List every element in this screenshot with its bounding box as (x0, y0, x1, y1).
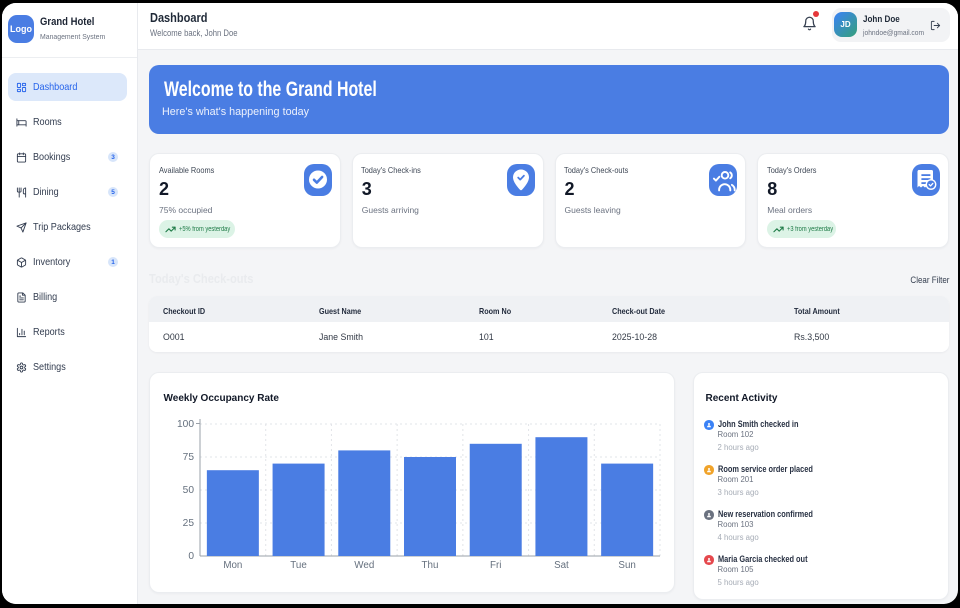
svg-text:Wed: Wed (354, 560, 374, 571)
svg-text:Sat: Sat (554, 560, 569, 571)
svg-text:75: 75 (183, 452, 195, 463)
svg-text:Tue: Tue (290, 560, 307, 571)
svg-text:25: 25 (183, 518, 195, 529)
svg-text:50: 50 (183, 485, 195, 496)
svg-text:0: 0 (188, 551, 194, 562)
svg-text:Thu: Thu (422, 560, 439, 571)
svg-text:Mon: Mon (223, 560, 242, 571)
svg-text:100: 100 (177, 419, 194, 430)
svg-text:Fri: Fri (490, 560, 501, 571)
svg-text:Sun: Sun (618, 560, 635, 571)
